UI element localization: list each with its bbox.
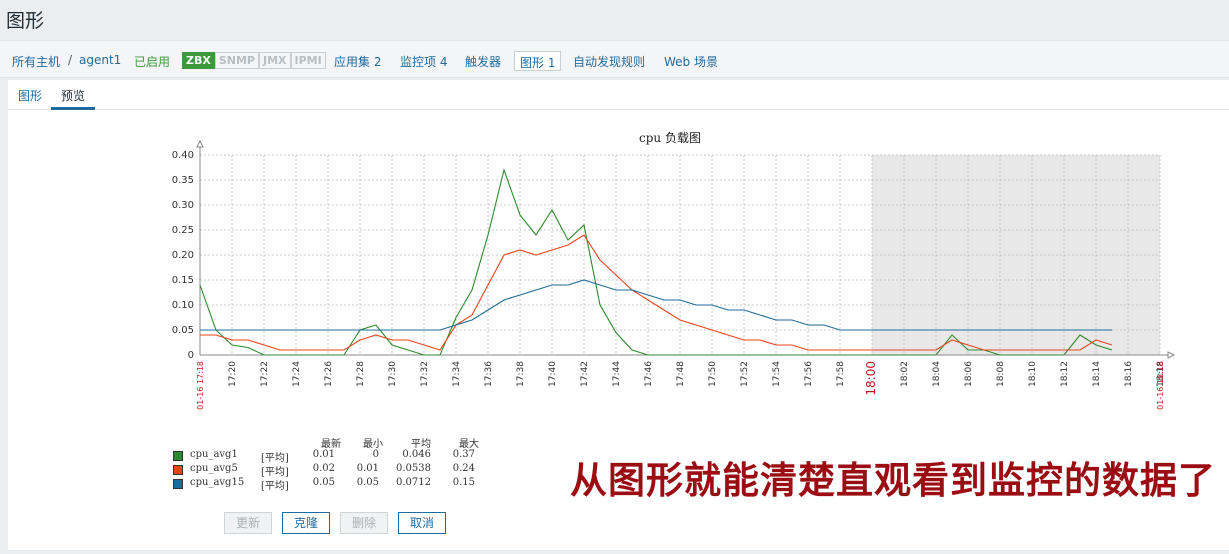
y-tick-label: 0.05 [172,325,194,336]
y-tick-label: 0.30 [172,200,194,211]
legend-series-func: [平均] [261,481,289,492]
legend-min-value: 0.01 [356,463,379,474]
x-tick-label: 17:34 [452,361,462,387]
x-tick-label: 17:22 [260,361,270,387]
legend-series-func: [平均] [261,453,289,464]
legend-min-value: 0.05 [356,477,379,488]
x-tick-label: 18:10 [1028,361,1038,387]
y-tick-label: 0.40 [172,150,194,161]
legend-header-last: 最新 [321,439,341,450]
y-tick-label: 0.35 [172,175,194,186]
x-tick-label: 17:30 [388,361,398,387]
y-tick-label: 0.20 [172,250,194,261]
y-tick-label: 0 [188,350,194,361]
chart-title: cpu 负载图 [639,131,701,145]
x-tick-label: 18:02 [900,361,910,387]
x-tick-label: 17:52 [740,361,750,387]
legend-max-value: 0.37 [452,449,475,460]
y-tick-label: 0.10 [172,300,194,311]
x-start-label: 01-16 17:18 [196,361,205,410]
legend-avg-value: 0.0538 [396,463,431,474]
x-tick-label: 17:42 [580,361,590,387]
delete-button: 删除 [340,512,388,534]
legend-max-value: 0.15 [452,477,475,488]
x-tick-label: 17:32 [420,361,430,387]
x-tick-label: 18:06 [964,361,974,387]
x-tick-label: 17:46 [644,361,654,387]
legend-avg-value: 0.046 [402,449,431,460]
x-tick-label: 17:58 [836,361,846,387]
discovery-rules-link[interactable]: 自动发现规则 [573,53,645,70]
legend-last-value: 0.01 [312,449,335,460]
graph-preview-panel: cpu 负载图 0 0.05 0.10 0.15 0.20 0.25 0.30 0.35 0.40… [8,110,1229,550]
legend-series-name: cpu_avg5 [190,463,238,474]
legend-header-max: 最大 [459,439,479,450]
cpu-load-chart: cpu 负载图 0 0.05 0.10 0.15 0.20 0.25 0.30 0.35 0.40… [172,131,1176,410]
legend-swatch [173,479,183,489]
graphs-link-active[interactable]: 图形 1 [514,51,562,71]
host-status-enabled[interactable]: 已启用 [134,53,170,70]
x-tick-label: 17:26 [324,361,334,387]
x-tick-label: 17:38 [516,361,526,387]
update-button: 更新 [224,512,272,534]
x-end-label: 01-16 18:18 [1156,361,1165,410]
x-tick-label: 18:16 [1124,361,1134,387]
legend-last-value: 0.05 [312,477,335,488]
legend-series-name: cpu_avg1 [190,449,238,460]
x-tick-label: 18:12 [1060,361,1070,387]
legend-header-min: 最小 [363,439,383,450]
x-tick-label: 18:08 [996,361,1006,387]
x-tick-label: 17:48 [676,361,686,387]
legend-avg-value: 0.0712 [396,477,431,488]
applications-link[interactable]: 应用集 2 [334,53,381,70]
breadcrumb-separator: / [68,53,73,67]
x-tick-label: 18:14 [1092,361,1102,387]
all-hosts-link[interactable]: 所有主机 [12,53,60,70]
host-nav-bar: 所有主机 / agent1 已启用 ZBX SNMP JMX IPMI 应用集 … [0,40,1229,78]
legend-max-value: 0.24 [452,463,475,474]
page-title: 图形 [6,10,45,32]
web-scenarios-link[interactable]: Web 场景 [664,53,718,70]
annotation-caption: 从图形就能清楚直观看到监控的数据了 [570,459,1216,502]
snmp-badge: SNMP [214,52,259,69]
x-tick-label: 17:24 [292,361,302,387]
ipmi-badge: IPMI [290,52,326,69]
cancel-button[interactable]: 取消 [398,512,446,534]
page-header: 图形 [0,0,1229,40]
legend-series-name: cpu_avg15 [190,477,245,488]
x-tick-label: 17:36 [484,361,494,387]
legend-swatch [173,465,183,475]
clone-button[interactable]: 克隆 [282,512,330,534]
tab-graph[interactable]: 图形 [18,87,42,104]
x-tick-label: 17:28 [356,361,366,387]
x-tick-label: 17:44 [612,361,622,387]
x-tick-label: 17:20 [228,361,238,387]
x-tick-label: 17:50 [708,361,718,387]
legend-swatch [173,451,183,461]
legend-min-value: 0 [372,449,379,460]
availability-badges: ZBX SNMP JMX IPMI [182,52,326,69]
tab-preview[interactable]: 预览 [61,87,85,104]
tab-bar: 图形 预览 [8,80,1229,110]
x-tick-label: 18:00 [864,361,878,396]
x-tick-label: 17:54 [772,361,782,387]
x-tick-label: 17:56 [804,361,814,387]
jmx-badge: JMX [258,52,291,69]
y-tick-label: 0.25 [172,225,194,236]
triggers-link[interactable]: 触发器 [465,53,501,70]
x-tick-label: 18:04 [932,361,942,387]
host-link[interactable]: agent1 [79,53,121,67]
x-tick-label: 17:40 [548,361,558,387]
zbx-badge: ZBX [182,52,215,69]
y-axis-arrow [196,139,204,148]
items-link[interactable]: 监控项 4 [400,53,447,70]
legend-header-avg: 平均 [411,439,431,450]
legend-series-func: [平均] [261,467,289,478]
legend-last-value: 0.02 [312,463,335,474]
y-tick-label: 0.15 [172,275,194,286]
x-axis-arrow [1167,351,1176,359]
